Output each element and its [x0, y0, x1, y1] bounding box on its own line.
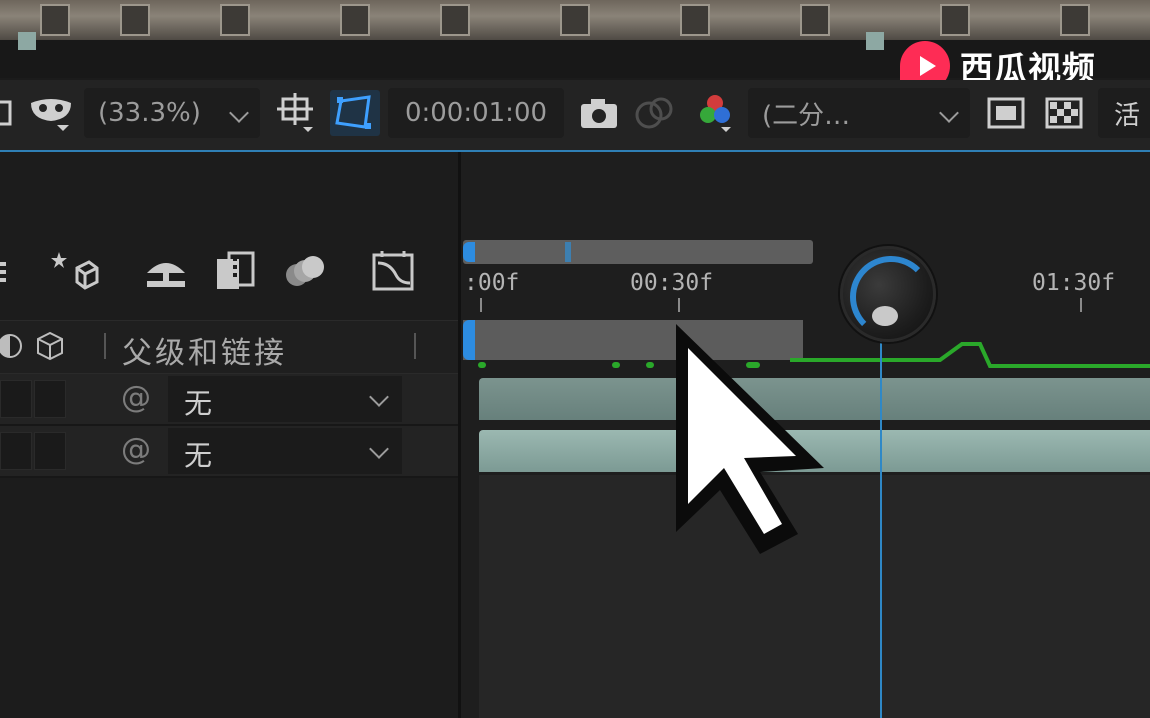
magnifier-lens [872, 306, 898, 326]
transparency-grid-icon[interactable] [1042, 90, 1086, 136]
graph-editor-toggle-icon[interactable] [368, 246, 420, 296]
ruler-tick [480, 298, 482, 312]
ruler-label: :00f [464, 270, 520, 296]
parent-dropdown[interactable]: 无 [168, 376, 402, 422]
layer-bounding-handle[interactable] [18, 32, 36, 50]
mouse-cursor-icon [676, 324, 824, 554]
label-switch[interactable] [34, 432, 66, 470]
building-window [680, 4, 710, 36]
lock-switch[interactable] [0, 432, 32, 470]
column-separator[interactable] [414, 333, 416, 359]
work-area-start-handle[interactable] [463, 242, 475, 262]
lock-switch[interactable] [0, 380, 32, 418]
layer-row[interactable]: @ 无 [0, 426, 458, 478]
snapshot-camera-icon[interactable] [578, 90, 620, 136]
time-navigator-start[interactable] [463, 320, 475, 360]
keyframe-marker[interactable] [612, 362, 620, 368]
chevron-down-icon [229, 103, 249, 123]
draft-3d-icon[interactable] [48, 246, 100, 296]
pick-whip-icon[interactable]: @ [118, 380, 154, 416]
show-snapshot-icon[interactable] [632, 90, 678, 136]
layer-row[interactable]: @ 无 [0, 374, 458, 426]
label-switch[interactable] [34, 380, 66, 418]
resolution-value: (二分… [762, 100, 851, 131]
timecode-value: 0:00:01:00 [404, 98, 548, 128]
chevron-down-icon [369, 439, 389, 459]
building-window [800, 4, 830, 36]
parent-value: 无 [184, 439, 213, 472]
chevron-down-icon [369, 387, 389, 407]
building-window [560, 4, 590, 36]
building-window [940, 4, 970, 36]
frame-blending-icon[interactable] [212, 246, 258, 296]
grid-guide-options-icon[interactable] [272, 90, 318, 136]
work-area-marker[interactable] [565, 242, 571, 262]
parent-link-column-title[interactable]: 父级和链接 [122, 328, 287, 372]
region-icon[interactable] [0, 90, 14, 136]
building-window [40, 4, 70, 36]
zoom-dropdown[interactable]: (33.3%) [84, 88, 260, 138]
building-window [440, 4, 470, 36]
viewer-toolbar: (33.3%) 0:00:01:00 (二分… 活 [0, 80, 1150, 150]
shy-layers-icon[interactable] [142, 246, 190, 296]
pick-whip-icon[interactable]: @ [118, 432, 154, 468]
keyframe-graph-line [790, 342, 1150, 368]
mask-visibility-icon[interactable] [26, 90, 76, 136]
chevron-down-icon [939, 103, 959, 123]
ruler-tick [678, 298, 680, 312]
graph-editor-icon[interactable] [0, 246, 10, 296]
parent-value: 无 [184, 387, 213, 420]
composition-viewer [0, 0, 1150, 40]
rgb-channel-icon[interactable] [694, 90, 736, 136]
building-window [1060, 4, 1090, 36]
active-camera-dropdown[interactable]: 活 [1098, 88, 1150, 138]
toggle-mask-path-icon[interactable] [330, 90, 380, 136]
column-separator[interactable] [104, 333, 106, 359]
motion-blur-icon[interactable] [282, 246, 328, 296]
zoom-value: (33.3%) [98, 98, 201, 128]
building-window [120, 4, 150, 36]
building-window [220, 4, 250, 36]
building-window [340, 4, 370, 36]
parent-dropdown[interactable]: 无 [168, 428, 402, 474]
keyframe-marker[interactable] [646, 362, 654, 368]
ruler-label: 01:30f [1032, 270, 1116, 296]
ruler-tick [1080, 298, 1082, 312]
region-of-interest-icon[interactable] [984, 90, 1028, 136]
adjustment-layer-icon[interactable] [0, 331, 26, 361]
3d-layer-icon[interactable] [34, 331, 66, 361]
work-area-bar[interactable] [463, 240, 813, 264]
ruler-label: 00:30f [630, 270, 714, 296]
layer-bounding-handle[interactable] [866, 32, 884, 50]
active-camera-label: 活 [1114, 100, 1141, 131]
current-time-display[interactable]: 0:00:01:00 [388, 88, 564, 138]
keyframe-marker[interactable] [478, 362, 486, 368]
resolution-dropdown[interactable]: (二分… [748, 88, 970, 138]
playhead-handle-icon[interactable] [850, 256, 932, 338]
